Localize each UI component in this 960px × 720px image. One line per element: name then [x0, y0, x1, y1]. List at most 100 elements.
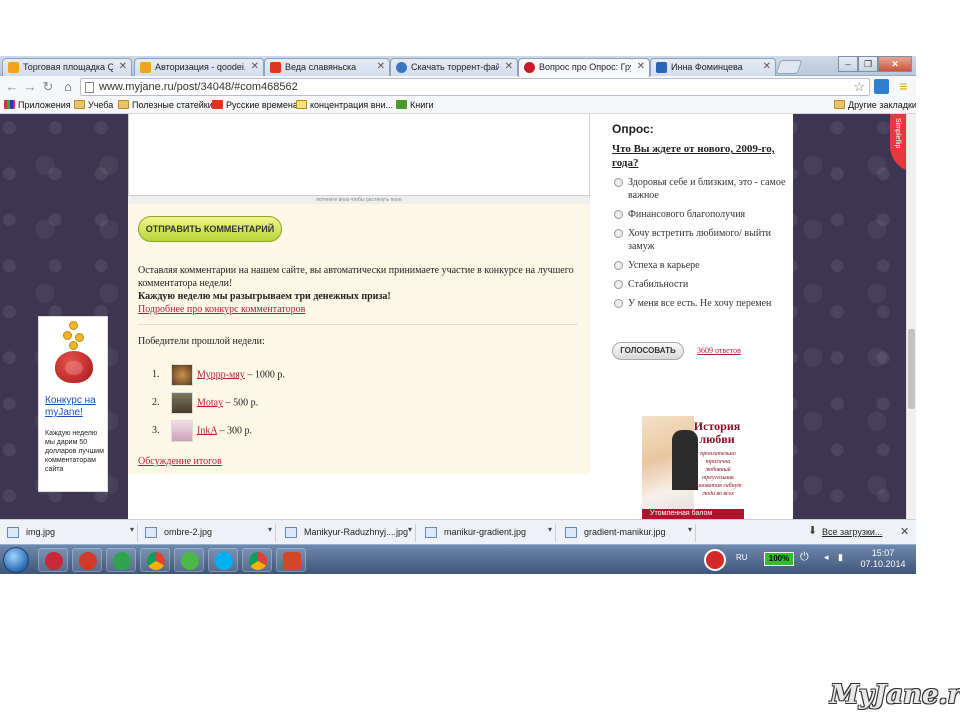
poll-option[interactable]: Успеха в карьере — [612, 259, 792, 272]
radio-icon[interactable] — [614, 178, 623, 187]
address-bar[interactable]: www.myjane.ru/post/34048/#com468562 ☆ — [80, 78, 870, 96]
poll-option[interactable]: Хочу встретить любимого/ выйти замуж — [612, 227, 792, 253]
contest-promo[interactable]: Конкурс на myJane! Каждую неделю мы дари… — [38, 316, 108, 492]
downloads-bar: img.jpg ▾ ombre-2.jpg ▾ Manikyur-Raduzhnyj… — [0, 519, 916, 544]
avatar[interactable] — [170, 364, 193, 386]
page-icon — [85, 82, 94, 93]
discuss-results-link[interactable]: Обсуждение итогов — [138, 456, 222, 467]
tab-veda[interactable]: Веда славяньска ✕ — [264, 58, 390, 76]
winner-link[interactable]: Motay — [197, 397, 223, 408]
reload-icon[interactable]: ↻ — [40, 79, 56, 95]
send-comment-button[interactable]: ОТПРАВИТЬ КОММЕНТАРИЙ — [138, 216, 282, 242]
download-item[interactable]: ombre-2.jpg ▾ — [140, 524, 276, 542]
taskbar-app[interactable] — [276, 548, 306, 572]
back-icon[interactable]: ← — [4, 79, 20, 95]
poll-option[interactable]: Стабильности — [612, 278, 792, 291]
contest-details-link[interactable]: Подробнее про конкурс комментаторов — [138, 304, 305, 315]
close-icon[interactable]: ✕ — [637, 61, 645, 72]
bookmark-folder[interactable]: Полезные статейки — [118, 100, 213, 110]
tab-torrent[interactable]: Скачать торрент-файл Ко ✕ — [390, 58, 518, 76]
radio-icon[interactable] — [614, 229, 623, 238]
close-icon[interactable]: ✕ — [377, 61, 385, 72]
taskbar-app[interactable] — [174, 548, 204, 572]
close-icon[interactable]: ✕ — [505, 61, 513, 72]
tab-strip: Торговая площадка Qoo ✕ Авторизация - qo… — [0, 56, 916, 77]
taskbar-app[interactable] — [242, 548, 272, 572]
tab-poll-active[interactable]: Вопрос про Опрос: Груп ✕ — [518, 58, 650, 77]
close-icon[interactable]: ✕ — [251, 61, 259, 72]
taskbar-app[interactable] — [140, 548, 170, 572]
signal-icon[interactable]: ▮ — [838, 552, 843, 563]
home-icon[interactable]: ⌂ — [60, 79, 76, 95]
winner-link[interactable]: Муррр-мяу — [197, 369, 245, 380]
poll-option[interactable]: У меня все есть. Не хочу перемен — [612, 297, 792, 310]
app-tray-icon[interactable] — [704, 549, 726, 571]
chevron-down-icon[interactable]: ▾ — [548, 525, 552, 534]
start-button[interactable] — [3, 547, 29, 573]
winner-link[interactable]: InkA — [197, 425, 217, 436]
avatar[interactable] — [170, 420, 193, 442]
poll-question[interactable]: Что Вы ждете от нового, 2009-го, года? — [612, 142, 792, 170]
poll-option[interactable]: Финансового благополучия — [612, 208, 792, 221]
story-ad-banner[interactable]: История любви пронзительно трагична любо… — [642, 416, 744, 519]
resize-hint[interactable]: потяните вниз чтобы растянуть поле — [128, 196, 590, 204]
close-icon[interactable]: ✕ — [119, 61, 127, 72]
radio-icon[interactable] — [614, 299, 623, 308]
download-item[interactable]: manikur-gradient.jpg ▾ — [420, 524, 556, 542]
battery-indicator[interactable]: 100% — [764, 552, 794, 566]
winner-row: 1. Муррр-мяу – 1000 р. — [152, 364, 285, 386]
chevron-down-icon[interactable]: ▾ — [408, 525, 412, 534]
avatar[interactable] — [170, 392, 193, 414]
minimize-button[interactable]: – — [838, 56, 858, 72]
answers-link[interactable]: 3609 ответов — [697, 346, 741, 355]
close-window-button[interactable]: ✕ — [878, 56, 912, 72]
radio-icon[interactable] — [614, 280, 623, 289]
chevron-down-icon[interactable]: ▾ — [130, 525, 134, 534]
extension-icon[interactable] — [874, 79, 889, 94]
new-tab-button[interactable] — [775, 60, 803, 74]
close-icon[interactable]: ✕ — [763, 61, 771, 72]
star-icon[interactable]: ☆ — [853, 79, 865, 95]
chevron-down-icon[interactable]: ▾ — [688, 525, 692, 534]
taskbar-app[interactable] — [38, 548, 68, 572]
tab-inna[interactable]: Инна Фоминцева ✕ — [650, 58, 776, 76]
chevron-left-icon[interactable]: ◂ — [824, 552, 829, 563]
maximize-button[interactable]: ❐ — [858, 56, 878, 72]
tab-auth[interactable]: Авторизация - qoodei.kz ✕ — [134, 58, 264, 76]
taskbar-app[interactable] — [106, 548, 136, 572]
chevron-down-icon[interactable]: ▾ — [268, 525, 272, 534]
bookmark-folder[interactable]: Учеба — [74, 100, 113, 110]
close-icon[interactable]: ✕ — [900, 525, 909, 538]
forward-icon[interactable]: → — [22, 79, 38, 95]
all-downloads-link[interactable]: Все загрузки... — [822, 527, 882, 537]
favicon-icon — [656, 62, 667, 73]
bookmark-link[interactable]: Русские времена — [212, 100, 298, 110]
bookmark-apps[interactable]: Приложения — [4, 100, 71, 110]
download-item[interactable]: gradient-manikur.jpg ▾ — [560, 524, 696, 542]
menu-icon[interactable]: ≡ — [896, 79, 911, 94]
favicon-icon — [270, 62, 281, 73]
radio-icon[interactable] — [614, 210, 623, 219]
download-item[interactable]: Manikyur-Raduzhnyj....jpg ▾ — [280, 524, 416, 542]
power-icon[interactable]: ⏻ — [800, 551, 809, 564]
language-indicator[interactable]: RU — [736, 553, 748, 562]
poll: Опрос: Что Вы ждете от нового, 2009-го, … — [612, 122, 792, 310]
scrollbar-thumb[interactable] — [908, 329, 915, 409]
taskbar-app[interactable] — [72, 548, 102, 572]
promo-title[interactable]: Конкурс на myJane! — [45, 395, 107, 419]
download-item[interactable]: img.jpg ▾ — [2, 524, 138, 542]
tab-qoo[interactable]: Торговая площадка Qoo ✕ — [2, 58, 132, 76]
torrent-icon — [181, 552, 199, 570]
bookmark-other[interactable]: Другие закладки — [834, 100, 916, 110]
comment-textarea[interactable] — [128, 114, 590, 196]
vote-button[interactable]: ГОЛОСОВАТЬ — [612, 342, 684, 360]
scrollbar[interactable] — [906, 114, 916, 519]
clock[interactable]: 15:07 07.10.2014 — [854, 548, 912, 570]
pulse-icon — [45, 552, 63, 570]
bookmark-link[interactable]: Книги — [396, 100, 434, 110]
taskbar-app[interactable] — [208, 548, 238, 572]
favicon-icon — [524, 62, 535, 73]
poll-option[interactable]: Здоровья себе и близким, это - самое важ… — [612, 176, 792, 202]
radio-icon[interactable] — [614, 261, 623, 270]
bookmark-link[interactable]: концентрация вни... — [296, 100, 393, 110]
